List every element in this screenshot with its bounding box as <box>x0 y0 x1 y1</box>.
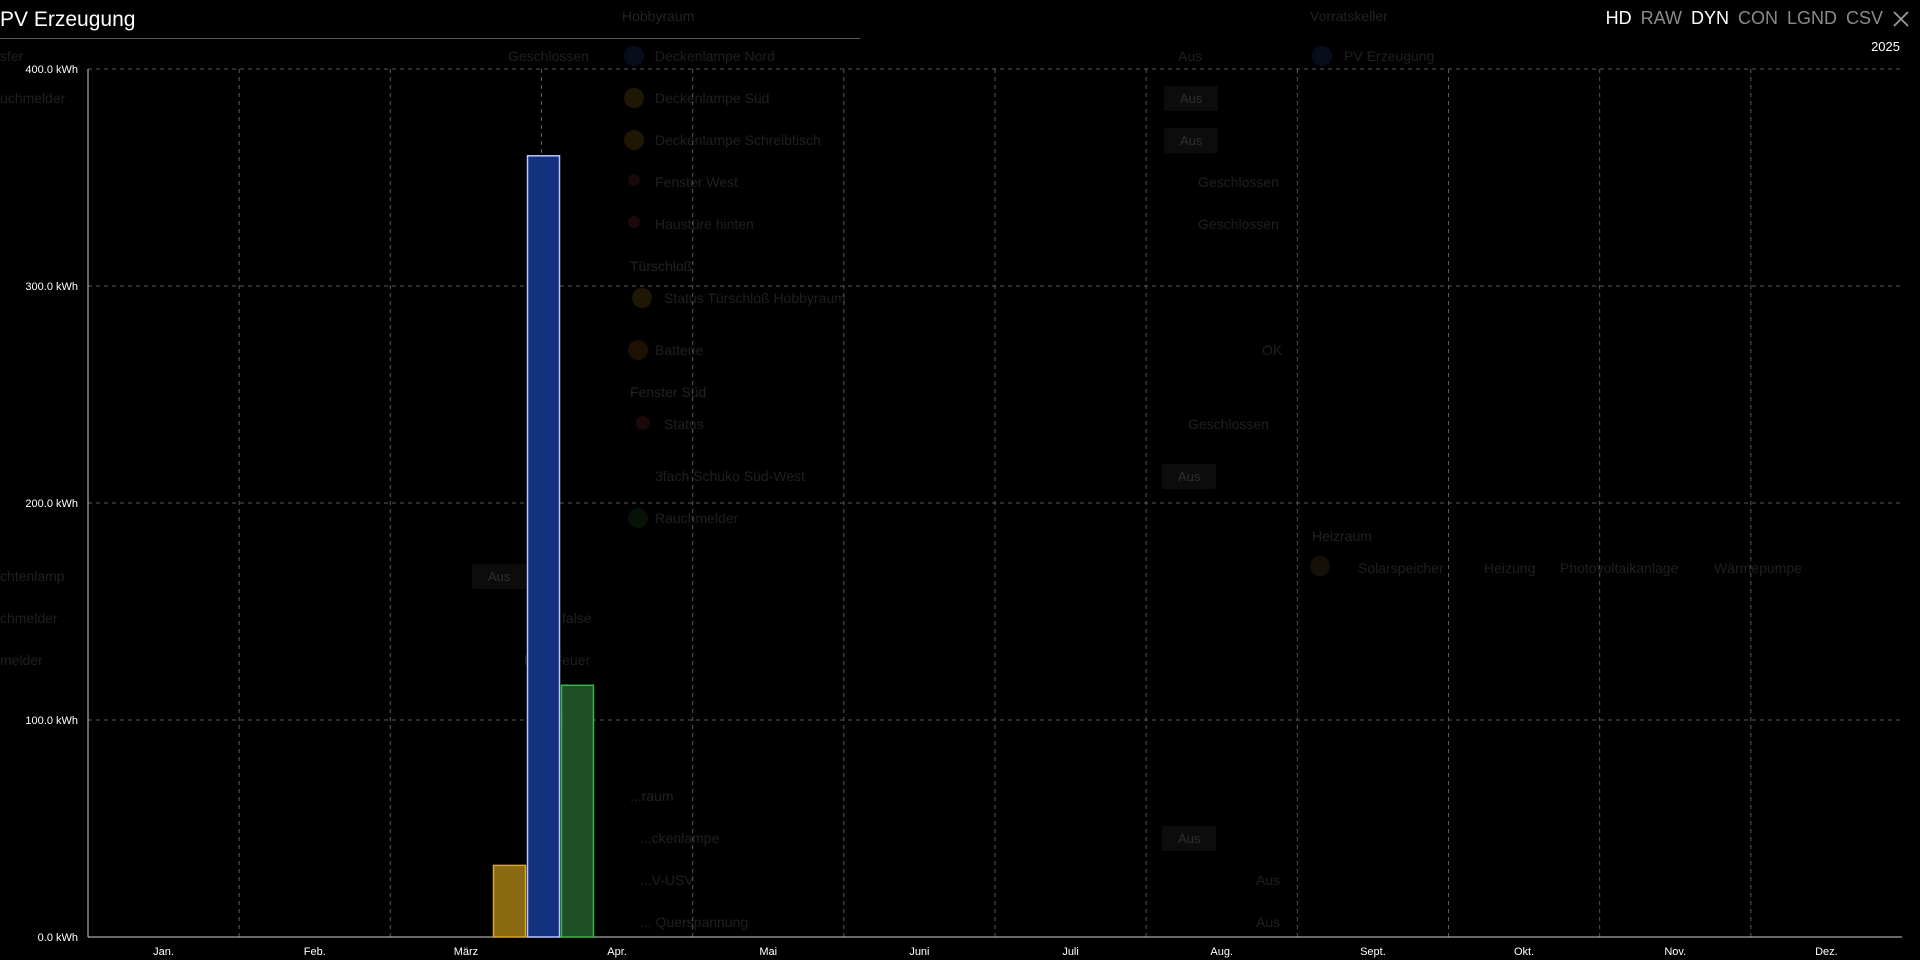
y-tick-label: 400.0 kWh <box>25 64 78 76</box>
x-tick-label: Juni <box>909 946 929 958</box>
x-tick-label: Aug. <box>1210 946 1233 958</box>
x-tick-label: Mai <box>759 946 777 958</box>
x-tick-label: Feb. <box>304 946 326 958</box>
bar <box>492 864 527 938</box>
x-tick-label: Juli <box>1062 946 1079 958</box>
x-tick-label: Okt. <box>1514 946 1534 958</box>
bar <box>560 684 595 938</box>
x-tick-label: Nov. <box>1664 946 1686 958</box>
y-tick-label: 0.0 kWh <box>38 932 78 944</box>
bar <box>526 155 561 938</box>
x-tick-label: Apr. <box>607 946 627 958</box>
y-tick-label: 300.0 kWh <box>25 281 78 293</box>
y-tick-label: 100.0 kWh <box>25 715 78 727</box>
chart-overlay: PV Erzeugung HD RAW DYN CON LGND CSV 202… <box>0 0 1920 960</box>
y-tick-label: 200.0 kWh <box>25 498 78 510</box>
x-tick-label: Dez. <box>1815 946 1838 958</box>
bar-chart: 0.0 kWh 100.0 kWh 200.0 kWh 300.0 kWh 400.0 … <box>25 64 1902 958</box>
x-tick-label: Jan. <box>153 946 174 958</box>
x-tick-label: Sept. <box>1360 946 1386 958</box>
x-tick-label: März <box>454 946 478 958</box>
